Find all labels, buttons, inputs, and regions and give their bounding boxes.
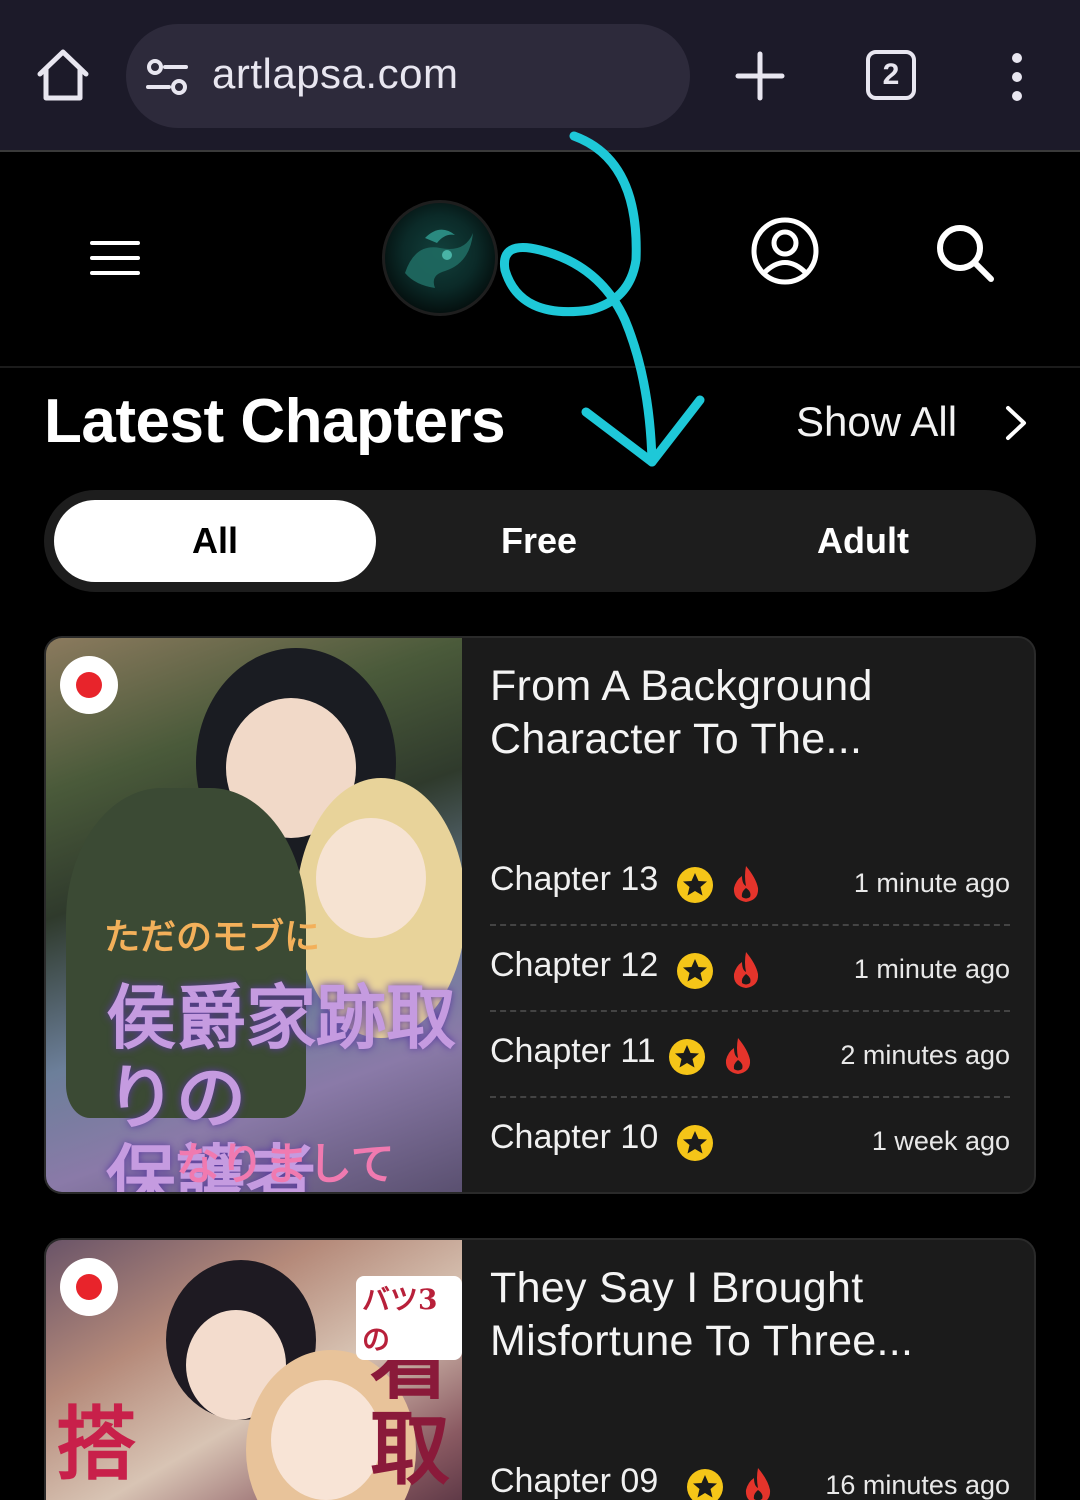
address-bar[interactable]: artlapsa.com — [126, 24, 690, 128]
chapter-name[interactable]: Chapter 09 — [490, 1462, 658, 1500]
browser-toolbar: artlapsa.com 2 — [0, 0, 1080, 152]
tab-adult[interactable]: Adult — [702, 500, 1024, 582]
series-title[interactable]: They Say I Brought Misfortune To Three..… — [490, 1262, 1010, 1368]
home-icon[interactable] — [32, 44, 94, 106]
fire-icon — [745, 1468, 771, 1500]
star-icon — [677, 867, 713, 903]
show-all-link[interactable]: Show All — [796, 398, 957, 446]
cover-image[interactable]: 看取 搭 バツ3の — [46, 1240, 462, 1500]
new-tab-icon[interactable] — [734, 50, 786, 102]
series-title[interactable]: From A Background Character To The... — [490, 660, 1010, 766]
series-card[interactable]: 看取 搭 バツ3の They Say I Brought Misfortune … — [44, 1238, 1036, 1500]
cover-image[interactable]: 侯爵家跡取りの 保護者 なりまして ただのモブに — [46, 638, 462, 1192]
cover-jp-subtitle: バツ3の — [356, 1276, 462, 1360]
star-icon — [687, 1469, 723, 1500]
user-icon[interactable] — [750, 216, 820, 286]
logo-icon — [405, 229, 473, 288]
cover-jp-subtitle: なりまして — [176, 1139, 395, 1190]
chapter-row[interactable]: Chapter 11 2 minutes ago — [490, 1012, 1010, 1098]
chapter-time: 1 minute ago — [853, 954, 1010, 984]
chapter-row[interactable]: Chapter 12 1 minute ago — [490, 926, 1010, 1012]
chapter-name[interactable]: Chapter 13 — [490, 860, 658, 899]
chapter-name[interactable]: Chapter 12 — [490, 946, 658, 985]
chapter-time: 16 minutes ago — [825, 1470, 1010, 1500]
chapter-time: 1 minute ago — [853, 868, 1010, 898]
star-icon — [669, 1039, 705, 1075]
cover-jp-tag: 搭 — [56, 1397, 136, 1491]
chevron-right-icon[interactable] — [1000, 402, 1032, 444]
fire-icon — [733, 866, 759, 902]
age-badge — [60, 656, 118, 714]
chapter-name[interactable]: Chapter 10 — [490, 1118, 658, 1157]
cover-jp-tag: ただのモブに — [104, 916, 321, 958]
filter-tabs: All Free Adult — [44, 490, 1036, 592]
age-badge — [60, 1258, 118, 1316]
section-title: Latest Chapters — [44, 387, 506, 456]
chapter-time: 1 week ago — [871, 1126, 1010, 1156]
more-icon[interactable] — [1004, 52, 1030, 102]
site-logo[interactable] — [382, 200, 498, 316]
star-icon — [677, 953, 713, 989]
chapter-row[interactable]: Chapter 13 1 minute ago — [490, 840, 1010, 926]
site-settings-icon[interactable] — [146, 56, 188, 98]
tab-switcher-icon[interactable]: 2 — [866, 50, 916, 100]
url-text[interactable]: artlapsa.com — [212, 50, 458, 98]
fire-icon — [725, 1038, 751, 1074]
series-card[interactable]: 侯爵家跡取りの 保護者 なりまして ただのモブに From A Backgroun… — [44, 636, 1036, 1194]
site-header — [0, 152, 1080, 368]
star-icon — [677, 1125, 713, 1161]
chapter-row[interactable]: Chapter 09 16 minutes ago — [490, 1442, 1010, 1500]
chapter-time: 2 minutes ago — [840, 1040, 1010, 1070]
chapter-name[interactable]: Chapter 11 — [490, 1032, 656, 1071]
chapter-row[interactable]: Chapter 10 1 week ago — [490, 1098, 1010, 1184]
tab-all[interactable]: All — [54, 500, 376, 582]
hamburger-icon[interactable] — [88, 238, 142, 278]
tab-free[interactable]: Free — [378, 500, 700, 582]
search-icon[interactable] — [934, 222, 996, 284]
fire-icon — [733, 952, 759, 988]
